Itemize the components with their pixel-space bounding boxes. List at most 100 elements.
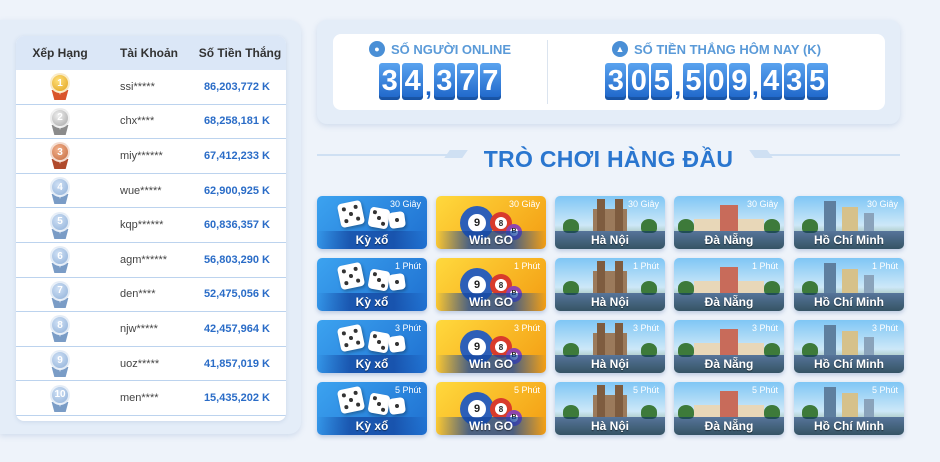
winnings-digit: 5 (806, 63, 828, 100)
game-name: Kỳ xổ (317, 355, 427, 373)
game-name: Hồ Chí Minh (794, 293, 904, 311)
game-duration-badge: 5 Phút (632, 385, 659, 395)
game-tile[interactable]: 98B1 PhútWin GO (436, 258, 546, 311)
game-duration-badge: 1 Phút (751, 261, 778, 271)
online-digit: 3 (433, 63, 455, 100)
online-digit: 7 (479, 63, 501, 100)
game-duration-badge: 1 Phút (394, 261, 421, 271)
game-duration-badge: 3 Phút (394, 323, 421, 333)
digit-separator: , (425, 74, 432, 101)
game-duration-badge: 5 Phút (751, 385, 778, 395)
winnings-digit: 0 (628, 63, 650, 100)
online-digit: 7 (456, 63, 478, 100)
account-header: Tài Khoản (119, 46, 178, 60)
game-tile[interactable]: 5 Phút Hồ Chí Minh (794, 382, 904, 435)
game-duration-badge: 5 Phút (871, 385, 898, 395)
rank-medal-icon: 4 (49, 177, 71, 205)
account-name: chx**** (120, 115, 155, 128)
game-tile[interactable]: 98B3 PhútWin GO (436, 320, 546, 373)
game-tile[interactable]: 30 Giây Đà Nẵng (674, 196, 784, 249)
game-tile[interactable]: 3 Phút Kỳ xổ (317, 320, 427, 373)
game-name: Đà Nẵng (674, 417, 784, 435)
game-duration-badge: 3 Phút (871, 323, 898, 333)
rank-header: Xếp Hạng (32, 46, 88, 60)
account-name: kqp****** (120, 219, 164, 232)
leaderboard-table: Xếp Hạng Tài Khoản Số Tiền Thắng 1 ssi***… (16, 36, 286, 421)
game-tile[interactable]: 1 Phút Đà Nẵng (674, 258, 784, 311)
game-tile[interactable]: 30 Giây Kỳ xổ (317, 196, 427, 249)
digit-separator: , (674, 74, 681, 101)
win-amount: 15,435,202 K (203, 392, 270, 405)
game-name: Hồ Chí Minh (794, 231, 904, 249)
game-name: Win GO (436, 293, 546, 311)
game-tile[interactable]: 5 Phút Hà Nội (555, 382, 665, 435)
games-section-header: TRÒ CHƠI HÀNG ĐẦU (317, 140, 900, 180)
online-stat: ● SỐ NGƯỜI ONLINE 34,377 (333, 34, 547, 110)
game-name: Đà Nẵng (674, 231, 784, 249)
game-tile[interactable]: 3 Phút Hà Nội (555, 320, 665, 373)
leaderboard-body: 1 ssi***** 86,203,772 K 2 chx**** 68,258,181 … (16, 70, 286, 416)
game-name: Win GO (436, 355, 546, 373)
winnings-digit: 9 (729, 63, 750, 100)
online-digit: 3 (379, 63, 401, 100)
game-duration-badge: 30 Giây (746, 199, 778, 209)
table-row: 6 agm****** 56,803,290 K (16, 243, 286, 278)
winnings-counter: 305,509,435 (604, 63, 828, 100)
rank-medal-icon: 8 (49, 315, 71, 343)
winnings-stat: ▲ SỐ TIỀN THẮNG HÔM NAY (K) 305,509,435 (547, 40, 885, 104)
rank-medal-icon: 6 (49, 246, 71, 274)
game-tile[interactable]: 1 Phút Kỳ xổ (317, 258, 427, 311)
game-duration-badge: 3 Phút (751, 323, 778, 333)
rank-medal-icon: 3 (49, 142, 71, 170)
table-row: 9 uoz***** 41,857,019 K (16, 347, 286, 382)
win-amount: 67,412,233 K (203, 149, 270, 162)
table-row: 4 wue***** 62,900,925 K (16, 174, 286, 209)
win-amount: 56,803,290 K (203, 253, 270, 266)
game-tile[interactable]: 5 Phút Đà Nẵng (674, 382, 784, 435)
digit-separator: , (752, 74, 759, 101)
game-tile[interactable]: 1 Phút Hồ Chí Minh (794, 258, 904, 311)
rank-medal-icon: 7 (49, 280, 71, 308)
account-name: men**** (120, 392, 159, 405)
win-amount: 41,857,019 K (203, 357, 270, 370)
game-tile[interactable]: 3 Phút Đà Nẵng (674, 320, 784, 373)
game-name: Kỳ xổ (317, 231, 427, 249)
rank-medal-icon: 2 (49, 107, 71, 135)
game-name: Win GO (436, 417, 546, 435)
rank-medal-icon: 5 (49, 211, 71, 239)
game-tile[interactable]: 3 Phút Hồ Chí Minh (794, 320, 904, 373)
game-tile[interactable]: 30 Giây Hà Nội (555, 196, 665, 249)
online-label: SỐ NGƯỜI ONLINE (390, 41, 512, 57)
game-tile[interactable]: 98B5 PhútWin GO (436, 382, 546, 435)
amount-header: Số Tiền Thắng (198, 46, 282, 60)
game-duration-badge: 30 Giây (508, 199, 540, 209)
users-icon: ● (368, 41, 385, 57)
winnings-digit: 3 (605, 63, 627, 100)
game-duration-badge: 1 Phút (871, 261, 898, 271)
game-name: Hà Nội (555, 355, 665, 373)
game-name: Hà Nội (555, 417, 665, 435)
game-duration-badge: 5 Phút (394, 385, 421, 395)
online-counter: 34,377 (378, 63, 502, 100)
game-tile[interactable]: 30 Giây Hồ Chí Minh (794, 196, 904, 249)
game-duration-badge: 3 Phút (632, 323, 659, 333)
game-name: Đà Nẵng (674, 293, 784, 311)
table-row: 3 miy****** 67,412,233 K (16, 139, 286, 174)
game-tile[interactable]: 98B30 GiâyWin GO (436, 196, 546, 249)
chart-icon: ▲ (611, 41, 628, 57)
game-tile[interactable]: 1 Phút Hà Nội (555, 258, 665, 311)
table-row: 5 kqp****** 60,836,357 K (16, 208, 286, 243)
game-name: Hà Nội (555, 231, 665, 249)
stats-card: ● SỐ NGƯỜI ONLINE 34,377 ▲ SỐ TIỀN THẮNG… (333, 34, 885, 110)
game-tile[interactable]: 5 Phút Kỳ xổ (317, 382, 427, 435)
game-name: Kỳ xổ (317, 293, 427, 311)
leaderboard-header: Xếp Hạng Tài Khoản Số Tiền Thắng (16, 36, 286, 70)
game-duration-badge: 30 Giây (389, 199, 421, 209)
win-amount: 86,203,772 K (203, 80, 270, 93)
account-name: ssi***** (120, 80, 155, 93)
winnings-digit: 0 (706, 63, 727, 100)
game-duration-badge: 30 Giây (866, 199, 898, 209)
winnings-label: SỐ TIỀN THẮNG HÔM NAY (K) (633, 41, 822, 57)
table-row: 7 den**** 52,475,056 K (16, 278, 286, 313)
table-row: 2 chx**** 68,258,181 K (16, 105, 286, 140)
